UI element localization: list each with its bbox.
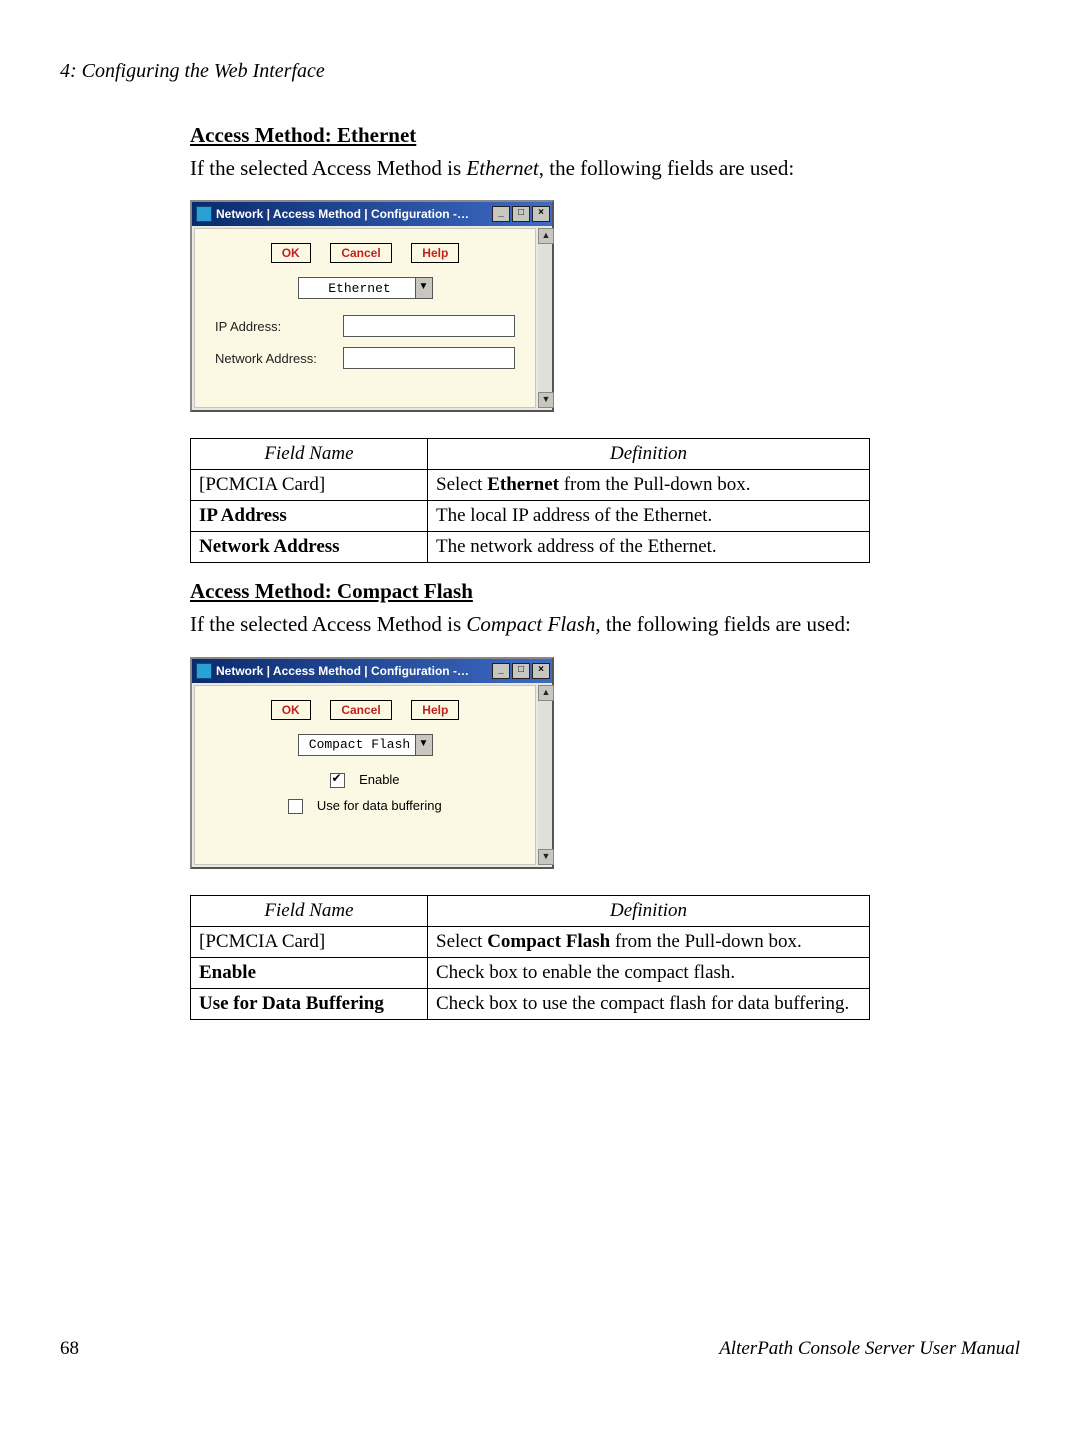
minimize-button[interactable]: _ <box>492 663 510 679</box>
table-row: Use for Data Buffering Check box to use … <box>191 988 870 1019</box>
field-bold: Network Address <box>199 536 340 557</box>
cell-def: Select Compact Flash from the Pull-down … <box>428 926 870 957</box>
intro-compact-flash: If the selected Access Method is Compact… <box>190 610 1000 638</box>
scroll-down-icon[interactable]: ▼ <box>538 392 554 408</box>
table-row: [PCMCIA Card] Select Compact Flash from … <box>191 926 870 957</box>
label-data-buffering: Use for data buffering <box>317 798 442 813</box>
cell-field: Enable <box>191 957 428 988</box>
intro-eth-pre: If the selected Access Method is <box>190 156 466 180</box>
cell-def: The network address of the Ethernet. <box>428 532 870 563</box>
cell-def: Check box to use the compact flash for d… <box>428 988 870 1019</box>
table-row: Network Address The network address of t… <box>191 532 870 563</box>
scroll-down-icon[interactable]: ▼ <box>538 849 554 865</box>
ok-button[interactable]: OK <box>271 700 311 720</box>
footer: 68 AlterPath Console Server User Manual <box>60 1338 1020 1360</box>
maximize-button[interactable]: □ <box>512 206 530 222</box>
scrollbar[interactable]: ▲ ▼ <box>538 228 552 408</box>
intro-eth-em: Ethernet <box>466 156 538 180</box>
access-method-select[interactable]: Compact Flash ▼ <box>298 734 433 756</box>
window-title: Network | Access Method | Configuration … <box>216 207 490 221</box>
table-row: IP Address The local IP address of the E… <box>191 501 870 532</box>
def-post: from the Pull-down box. <box>610 931 802 952</box>
scrollbar[interactable]: ▲ ▼ <box>538 685 552 865</box>
dialog-body: OK Cancel Help Ethernet ▼ IP Address: <box>194 228 536 408</box>
cell-field: [PCMCIA Card] <box>191 470 428 501</box>
heading-compact-flash: Access Method: Compact Flash <box>190 579 1000 604</box>
heading-ethernet: Access Method: Ethernet <box>190 123 1000 148</box>
th-definition: Definition <box>428 895 870 926</box>
cell-def: The local IP address of the Ethernet. <box>428 501 870 532</box>
cancel-button[interactable]: Cancel <box>330 243 391 263</box>
minimize-button[interactable]: _ <box>492 206 510 222</box>
cell-field: Network Address <box>191 532 428 563</box>
scroll-up-icon[interactable]: ▲ <box>538 685 554 701</box>
table-compact-flash: Field Name Definition [PCMCIA Card] Sele… <box>190 895 870 1020</box>
label-network-address: Network Address: <box>215 351 343 366</box>
row-data-buffering: Use for data buffering <box>215 798 515 814</box>
def-bold: Ethernet <box>487 474 559 495</box>
table-row: [PCMCIA Card] Select Ethernet from the P… <box>191 470 870 501</box>
label-enable: Enable <box>359 772 399 787</box>
page: 4: Configuring the Web Interface Access … <box>0 0 1080 1400</box>
th-field-name: Field Name <box>191 895 428 926</box>
intro-cf-post: , the following fields are used: <box>595 612 850 636</box>
select-value: Compact Flash <box>305 737 415 752</box>
cell-field: IP Address <box>191 501 428 532</box>
intro-cf-em: Compact Flash <box>466 612 595 636</box>
select-value: Ethernet <box>305 281 415 296</box>
input-ip-address[interactable] <box>343 315 515 337</box>
app-icon <box>196 206 212 222</box>
dialog-body: OK Cancel Help Compact Flash ▼ Enable <box>194 685 536 865</box>
th-definition: Definition <box>428 439 870 470</box>
running-head: 4: Configuring the Web Interface <box>60 60 1020 83</box>
checkbox-data-buffering[interactable] <box>288 799 303 814</box>
intro-cf-pre: If the selected Access Method is <box>190 612 466 636</box>
chevron-down-icon: ▼ <box>415 278 432 298</box>
cell-def: Select Ethernet from the Pull-down box. <box>428 470 870 501</box>
row-ip-address: IP Address: <box>215 315 515 337</box>
checkbox-enable[interactable] <box>330 773 345 788</box>
cell-field: [PCMCIA Card] <box>191 926 428 957</box>
close-button[interactable]: × <box>532 206 550 222</box>
help-button[interactable]: Help <box>411 700 459 720</box>
content: Access Method: Ethernet If the selected … <box>190 123 1000 1020</box>
cell-def: Check box to enable the compact flash. <box>428 957 870 988</box>
field-bold: IP Address <box>199 505 287 526</box>
close-button[interactable]: × <box>532 663 550 679</box>
def-pre: Select <box>436 931 487 952</box>
input-network-address[interactable] <box>343 347 515 369</box>
label-ip-address: IP Address: <box>215 319 343 334</box>
help-button[interactable]: Help <box>411 243 459 263</box>
access-method-select[interactable]: Ethernet ▼ <box>298 277 433 299</box>
dialog-ethernet: Network | Access Method | Configuration … <box>190 200 554 412</box>
cancel-button[interactable]: Cancel <box>330 700 391 720</box>
table-ethernet: Field Name Definition [PCMCIA Card] Sele… <box>190 438 870 563</box>
ok-button[interactable]: OK <box>271 243 311 263</box>
scroll-up-icon[interactable]: ▲ <box>538 228 554 244</box>
cell-field: Use for Data Buffering <box>191 988 428 1019</box>
table-row: Enable Check box to enable the compact f… <box>191 957 870 988</box>
def-pre: Select <box>436 474 487 495</box>
manual-title: AlterPath Console Server User Manual <box>719 1338 1020 1360</box>
row-network-address: Network Address: <box>215 347 515 369</box>
th-field-name: Field Name <box>191 439 428 470</box>
maximize-button[interactable]: □ <box>512 663 530 679</box>
def-bold: Compact Flash <box>487 931 610 952</box>
def-post: from the Pull-down box. <box>559 474 751 495</box>
field-bold: Enable <box>199 962 256 983</box>
dialog-compact-flash: Network | Access Method | Configuration … <box>190 657 554 869</box>
window-title: Network | Access Method | Configuration … <box>216 664 490 678</box>
chevron-down-icon: ▼ <box>415 735 432 755</box>
row-enable: Enable <box>215 772 515 788</box>
intro-ethernet: If the selected Access Method is Etherne… <box>190 154 1000 182</box>
intro-eth-post: , the following fields are used: <box>539 156 794 180</box>
page-number: 68 <box>60 1338 79 1360</box>
titlebar: Network | Access Method | Configuration … <box>192 659 552 683</box>
titlebar: Network | Access Method | Configuration … <box>192 202 552 226</box>
field-bold: Use for Data Buffering <box>199 993 384 1014</box>
app-icon <box>196 663 212 679</box>
